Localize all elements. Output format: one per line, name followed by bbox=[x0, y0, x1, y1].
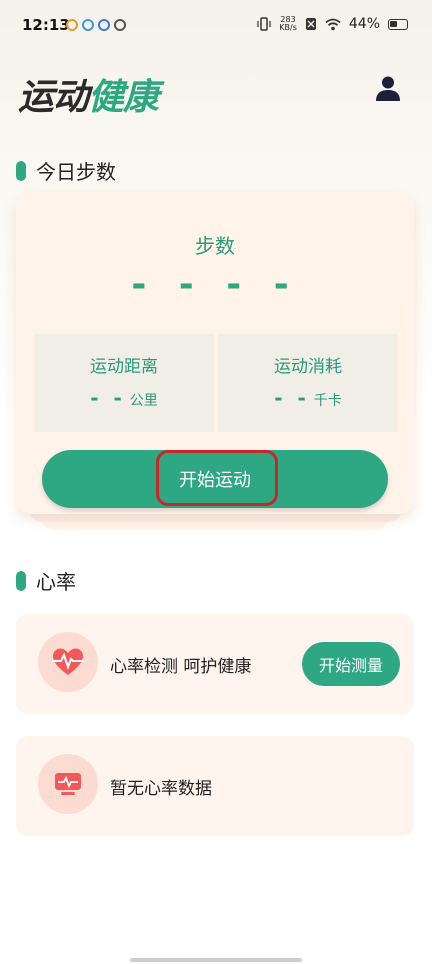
calories-metric: 运动消耗 - - 千卡 bbox=[218, 334, 398, 432]
battery-percent: 44% bbox=[348, 16, 380, 32]
heart-section-header: 心率 bbox=[16, 566, 76, 595]
heart-empty-text: 暂无心率数据 bbox=[110, 779, 212, 799]
heartbeat-icon bbox=[52, 648, 84, 675]
monitor-icon-badge bbox=[38, 754, 98, 814]
app-notification-icon bbox=[66, 19, 78, 31]
section-marker bbox=[16, 570, 26, 591]
distance-metric: 运动距离 - - 公里 bbox=[34, 334, 214, 432]
app-notification-icon bbox=[114, 19, 126, 31]
calories-value: - - bbox=[274, 386, 310, 410]
heart-section-title: 心率 bbox=[36, 570, 76, 594]
status-right: 283 KB/s 44% bbox=[257, 16, 408, 32]
steps-label: 步数 bbox=[195, 234, 235, 258]
calories-unit: 千卡 bbox=[313, 393, 342, 409]
app-title-part2: 健康 bbox=[88, 77, 159, 118]
app-notification-icon bbox=[82, 19, 94, 31]
calories-label: 运动消耗 bbox=[274, 357, 342, 377]
status-bar: 12:13 283 KB/s 44% bbox=[0, 0, 432, 52]
monitor-pulse-icon bbox=[55, 773, 81, 795]
app-title-part1: 运动 bbox=[18, 77, 89, 118]
steps-value: - - - - bbox=[131, 264, 299, 305]
battery-icon bbox=[388, 18, 408, 30]
vibrate-icon bbox=[257, 17, 271, 31]
steps-card: 步数 - - - - 运动距离 - - 公里 运动消耗 - - 千卡 开始运动 bbox=[16, 192, 414, 514]
heart-detect-text: 心率检测 呵护健康 bbox=[110, 657, 252, 677]
distance-value: - - bbox=[90, 386, 126, 410]
start-exercise-button[interactable]: 开始运动 bbox=[42, 450, 388, 508]
distance-unit: 公里 bbox=[129, 393, 158, 409]
calories-value-row: - - 千卡 bbox=[218, 386, 398, 410]
steps-section-title: 今日步数 bbox=[36, 160, 116, 184]
steps-section-header: 今日步数 bbox=[16, 156, 116, 185]
user-icon[interactable] bbox=[374, 74, 402, 102]
home-indicator[interactable] bbox=[130, 958, 302, 962]
network-speed: 283 KB/s bbox=[279, 15, 297, 32]
start-measure-button[interactable]: 开始测量 bbox=[302, 642, 400, 686]
wifi-icon bbox=[325, 18, 341, 30]
heart-data-card: 暂无心率数据 bbox=[16, 736, 414, 836]
status-app-icons bbox=[66, 19, 126, 31]
app-notification-icon bbox=[98, 19, 110, 31]
status-time: 12:13 bbox=[22, 16, 70, 34]
section-marker bbox=[16, 160, 26, 181]
no-sim-icon bbox=[305, 18, 316, 30]
distance-value-row: - - 公里 bbox=[34, 386, 214, 410]
heart-icon-badge bbox=[38, 632, 98, 692]
heart-detect-card: 心率检测 呵护健康 开始测量 bbox=[16, 614, 414, 714]
distance-label: 运动距离 bbox=[90, 357, 158, 377]
app-title: 运动健康 bbox=[18, 68, 159, 120]
